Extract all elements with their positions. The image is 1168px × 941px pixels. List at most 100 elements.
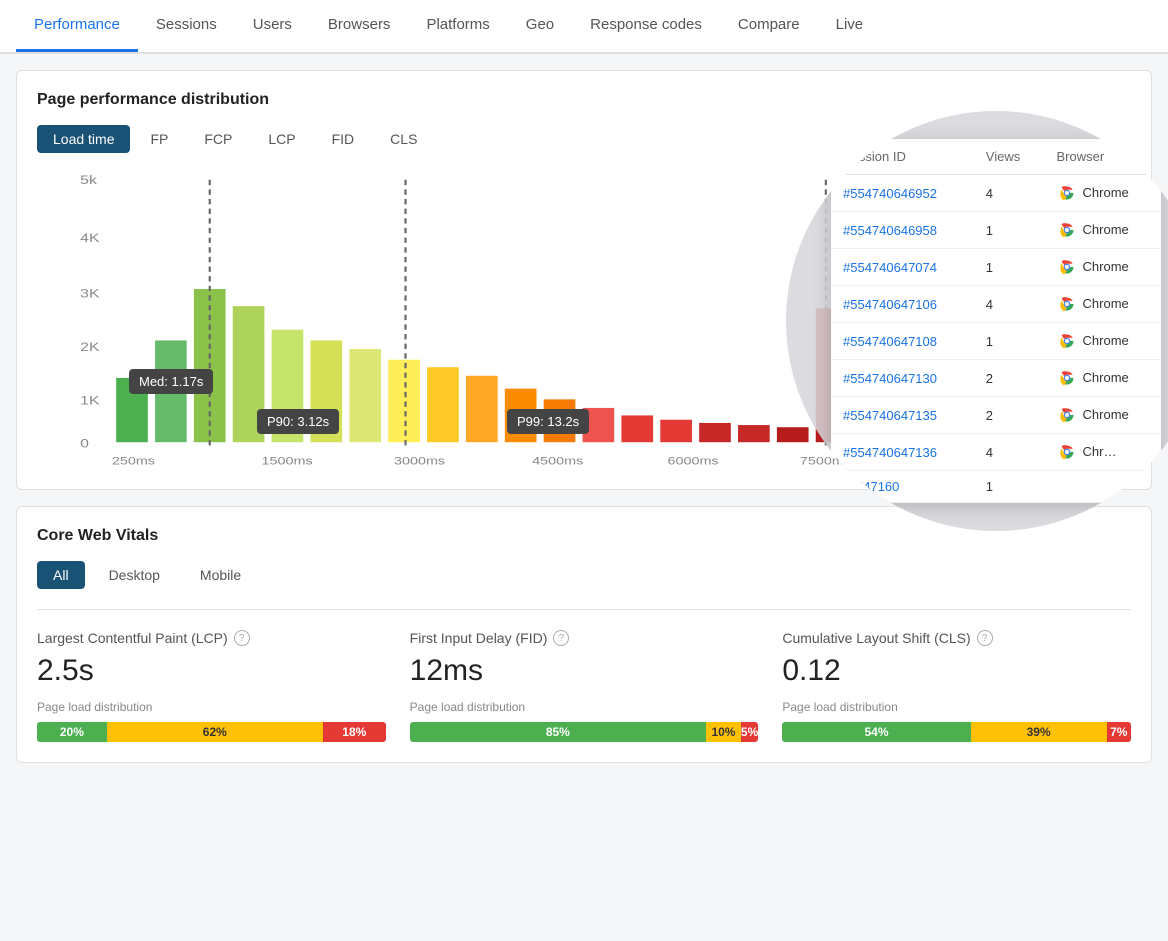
cwv-cls: Cumulative Layout Shift (CLS) ? 0.12 Pag… xyxy=(782,630,1131,742)
table-row: #554740647136 4 Chr… xyxy=(831,434,1161,471)
fid-seg-red: 5% xyxy=(741,722,758,742)
session-views: 4 xyxy=(974,434,1045,471)
cwv-fid-value: 12ms xyxy=(410,654,759,688)
lcp-help-icon[interactable]: ? xyxy=(234,630,250,646)
session-browser: Chrome xyxy=(1045,397,1161,434)
cwv-fid-title: First Input Delay (FID) ? xyxy=(410,630,759,646)
tab-sessions[interactable]: Sessions xyxy=(138,0,235,52)
session-id-link[interactable]: #554740646952 xyxy=(843,186,937,201)
lcp-seg-green: 20% xyxy=(37,722,107,742)
session-views: 1 xyxy=(974,212,1045,249)
lcp-seg-red: 18% xyxy=(323,722,386,742)
table-row: #554740646958 1 Chrome xyxy=(831,212,1161,249)
zoom-table-container: Session ID Views Browser #5547406469524 … xyxy=(831,139,1161,504)
session-views: 4 xyxy=(974,174,1045,212)
tab-cls[interactable]: CLS xyxy=(374,125,433,153)
filter-all[interactable]: All xyxy=(37,561,85,589)
session-id-link[interactable]: #554740647074 xyxy=(843,260,937,275)
table-row: #554740646952 4 Chrome xyxy=(831,174,1161,212)
session-browser: Chrome xyxy=(1045,286,1161,323)
session-id-link[interactable]: #554740647136 xyxy=(843,445,937,460)
browser-name: Chrome xyxy=(1083,370,1129,385)
fid-seg-yellow: 10% xyxy=(706,722,741,742)
tab-fp[interactable]: FP xyxy=(134,125,184,153)
svg-text:250ms: 250ms xyxy=(112,455,155,467)
svg-text:1K: 1K xyxy=(80,394,100,408)
cwv-cls-value: 0.12 xyxy=(782,654,1131,688)
session-id-link[interactable]: #554740647130 xyxy=(843,371,937,386)
chrome-icon xyxy=(1057,294,1077,314)
chrome-icon xyxy=(1057,368,1077,388)
cwv-filters: All Desktop Mobile xyxy=(37,561,1131,589)
svg-text:1500ms: 1500ms xyxy=(262,455,313,467)
cwv-lcp: Largest Contentful Paint (LCP) ? 2.5s Pa… xyxy=(37,630,386,742)
lcp-seg-yellow: 62% xyxy=(107,722,323,742)
browser-name: Chrome xyxy=(1083,185,1129,200)
table-row: #554740647074 1 Chrome xyxy=(831,249,1161,286)
cls-seg-yellow: 39% xyxy=(971,722,1107,742)
browser-name: Chrome xyxy=(1083,222,1129,237)
session-browser: Chr… xyxy=(1045,434,1161,471)
col-views: Views xyxy=(974,139,1045,175)
tab-lcp[interactable]: LCP xyxy=(252,125,311,153)
nav-tabs: Performance Sessions Users Browsers Plat… xyxy=(0,0,1168,54)
tab-fcp[interactable]: FCP xyxy=(188,125,248,153)
cwv-fid: First Input Delay (FID) ? 12ms Page load… xyxy=(410,630,759,742)
session-id-link[interactable]: #554740647108 xyxy=(843,334,937,349)
svg-text:0: 0 xyxy=(80,437,89,451)
session-id-link[interactable]: #554740646958 xyxy=(843,223,937,238)
chrome-icon xyxy=(1057,331,1077,351)
session-id-link[interactable]: #554740647135 xyxy=(843,408,937,423)
session-views: 2 xyxy=(974,397,1045,434)
tab-users[interactable]: Users xyxy=(235,0,310,52)
cwv-fid-progress: 85% 10% 5% xyxy=(410,722,759,742)
tab-geo[interactable]: Geo xyxy=(508,0,572,52)
session-id-link[interactable]: …547160 xyxy=(843,479,899,494)
col-browser: Browser xyxy=(1045,139,1161,175)
cwv-lcp-label: Page load distribution xyxy=(37,700,386,714)
svg-text:3000ms: 3000ms xyxy=(394,455,445,467)
table-row: #554740647135 2 Chrome xyxy=(831,397,1161,434)
fid-seg-green: 85% xyxy=(410,722,706,742)
session-browser xyxy=(1045,471,1161,503)
cwv-title: Core Web Vitals xyxy=(37,527,1131,545)
session-browser: Chrome xyxy=(1045,323,1161,360)
filter-desktop[interactable]: Desktop xyxy=(93,561,176,589)
session-id-link[interactable]: #554740647106 xyxy=(843,297,937,312)
sessions-table: Session ID Views Browser #5547406469524 … xyxy=(831,139,1161,504)
svg-text:6000ms: 6000ms xyxy=(667,455,718,467)
table-row: #5547406471302 Chrome xyxy=(831,360,1161,397)
tab-fid[interactable]: FID xyxy=(316,125,371,153)
session-browser: Chrome xyxy=(1045,212,1161,249)
svg-text:2K: 2K xyxy=(80,340,100,354)
session-views: 4 xyxy=(974,286,1045,323)
tab-live[interactable]: Live xyxy=(818,0,882,52)
filter-mobile[interactable]: Mobile xyxy=(184,561,257,589)
session-views: 1 xyxy=(974,471,1045,503)
tab-performance[interactable]: Performance xyxy=(16,0,138,52)
tab-browsers[interactable]: Browsers xyxy=(310,0,409,52)
table-row: …547160 1 xyxy=(831,471,1161,503)
chrome-icon xyxy=(1057,220,1077,240)
session-browser: Chrome xyxy=(1045,249,1161,286)
browser-name: Chrome xyxy=(1083,407,1129,422)
fid-help-icon[interactable]: ? xyxy=(553,630,569,646)
tab-platforms[interactable]: Platforms xyxy=(408,0,507,52)
performance-distribution-card: Page performance distribution Load time … xyxy=(16,70,1152,490)
cwv-metrics-row: Largest Contentful Paint (LCP) ? 2.5s Pa… xyxy=(37,630,1131,742)
tab-compare[interactable]: Compare xyxy=(720,0,818,52)
cwv-cls-progress: 54% 39% 7% xyxy=(782,722,1131,742)
browser-name: Chrome xyxy=(1083,296,1129,311)
session-views: 1 xyxy=(974,249,1045,286)
tab-load-time[interactable]: Load time xyxy=(37,125,130,153)
tooltip-med: Med: 1.17s xyxy=(129,369,213,394)
chrome-icon xyxy=(1057,257,1077,277)
tooltip-p90: P90: 3.12s xyxy=(257,409,339,434)
chrome-icon xyxy=(1057,405,1077,425)
tab-response-codes[interactable]: Response codes xyxy=(572,0,720,52)
cls-seg-green: 54% xyxy=(782,722,970,742)
svg-text:4K: 4K xyxy=(80,231,100,245)
cls-help-icon[interactable]: ? xyxy=(977,630,993,646)
cwv-lcp-title: Largest Contentful Paint (LCP) ? xyxy=(37,630,386,646)
session-browser: Chrome xyxy=(1045,360,1161,397)
